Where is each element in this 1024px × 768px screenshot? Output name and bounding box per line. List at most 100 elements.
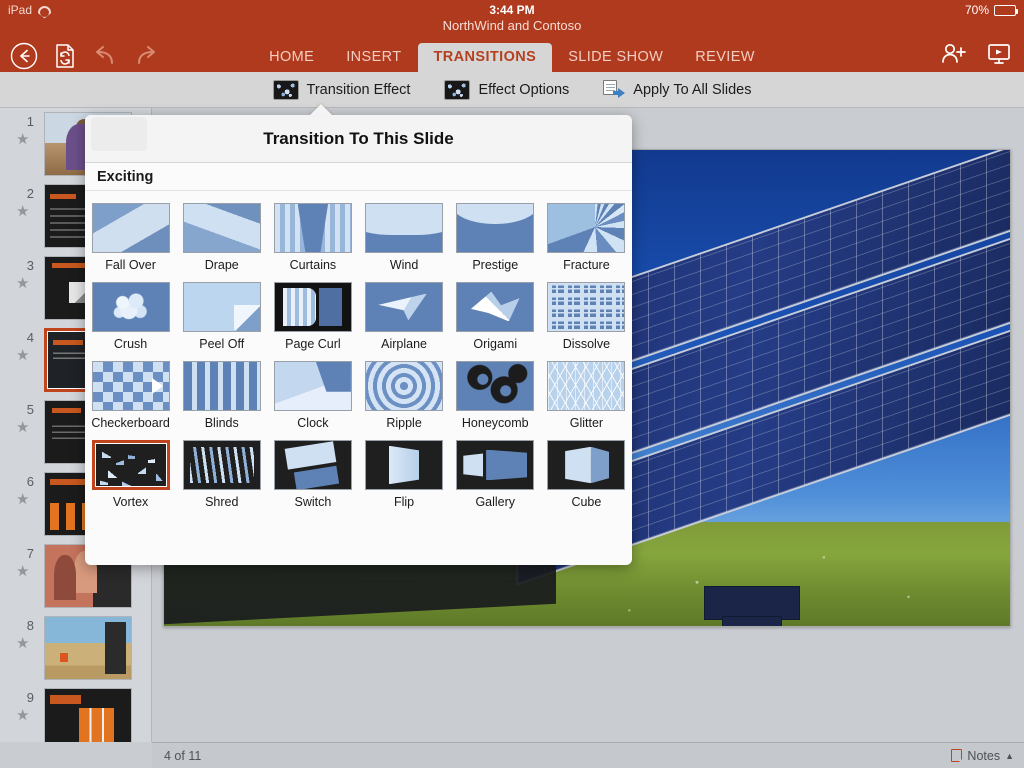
effect-label: Honeycomb <box>450 416 541 430</box>
effect-thumbnail <box>183 282 261 332</box>
effect-thumbnail <box>365 361 443 411</box>
tab-home[interactable]: HOME <box>253 43 330 73</box>
effect-label: Glitter <box>541 416 632 430</box>
ios-status-bar: iPad 3:44 PM 70% <box>0 0 1024 20</box>
sidebar-slide-9[interactable]: 9 ★ <box>0 688 152 742</box>
apply-to-all-slides-button[interactable]: Apply To All Slides <box>603 80 751 99</box>
effect-label: Curtains <box>267 258 358 272</box>
effect-label: Prestige <box>450 258 541 272</box>
effect-thumbnail <box>365 282 443 332</box>
effect-thumbnail <box>92 203 170 253</box>
effect-options-button[interactable]: Effect Options <box>444 80 569 100</box>
effect-peel-off[interactable]: Peel Off <box>176 276 267 355</box>
apply-all-slides-icon <box>603 80 625 99</box>
effect-thumbnail <box>365 440 443 490</box>
notes-button[interactable]: Notes ▲ <box>951 749 1014 763</box>
effect-honeycomb[interactable]: Honeycomb <box>450 355 541 434</box>
effect-blinds[interactable]: Blinds <box>176 355 267 434</box>
effect-dissolve[interactable]: Dissolve <box>541 276 632 355</box>
slide-number: 3 <box>16 258 34 273</box>
effect-label: Blinds <box>176 416 267 430</box>
tab-review[interactable]: REVIEW <box>679 43 771 73</box>
effect-thumbnail <box>547 282 625 332</box>
effect-ripple[interactable]: Ripple <box>358 355 449 434</box>
effect-crush[interactable]: Crush <box>85 276 176 355</box>
notes-label: Notes <box>967 749 1000 763</box>
transition-star-icon: ★ <box>16 708 29 723</box>
effect-thumbnail <box>92 361 170 411</box>
effect-label: Flip <box>358 495 449 509</box>
transition-star-icon: ★ <box>16 564 29 579</box>
effect-label: Crush <box>85 337 176 351</box>
effect-label: Airplane <box>358 337 449 351</box>
slide-number: 7 <box>16 546 34 561</box>
effect-vortex[interactable]: Vortex <box>85 434 176 513</box>
effect-label: Page Curl <box>267 337 358 351</box>
effect-thumbnail <box>274 282 352 332</box>
sidebar-slide-8[interactable]: 8 ★ <box>0 616 152 688</box>
effect-label: Peel Off <box>176 337 267 351</box>
tab-transitions[interactable]: TRANSITIONS <box>418 43 553 73</box>
effect-airplane[interactable]: Airplane <box>358 276 449 355</box>
transitions-command-bar: Transition Effect Effect Options Apply T… <box>0 72 1024 108</box>
effect-thumbnail <box>547 361 625 411</box>
effect-checkerboard[interactable]: Checkerboard <box>85 355 176 434</box>
effect-thumbnail <box>456 282 534 332</box>
effect-label: Wind <box>358 258 449 272</box>
transition-star-icon: ★ <box>16 492 29 507</box>
slide-number: 9 <box>16 690 34 705</box>
effect-wind[interactable]: Wind <box>358 197 449 276</box>
transition-effect-button[interactable]: Transition Effect <box>273 80 411 100</box>
effect-origami[interactable]: Origami <box>450 276 541 355</box>
effect-label: Switch <box>267 495 358 509</box>
effect-shred[interactable]: Shred <box>176 434 267 513</box>
tab-insert[interactable]: INSERT <box>330 43 417 73</box>
effect-thumbnail <box>92 282 170 332</box>
effect-thumbnail <box>183 440 261 490</box>
effect-label: Origami <box>450 337 541 351</box>
effect-label: Cube <box>541 495 632 509</box>
effect-glitter[interactable]: Glitter <box>541 355 632 434</box>
effect-drape[interactable]: Drape <box>176 197 267 276</box>
popover-title: Transition To This Slide <box>85 115 632 163</box>
effect-page-curl[interactable]: Page Curl <box>267 276 358 355</box>
transition-effect-icon <box>273 80 299 100</box>
effect-label: Vortex <box>85 495 176 509</box>
popover-back-placeholder[interactable] <box>91 117 147 151</box>
transition-gallery-popover: Transition To This Slide Exciting Fall O… <box>85 115 632 565</box>
transition-effect-label: Transition Effect <box>307 82 411 98</box>
slide-thumbnail[interactable] <box>44 616 132 680</box>
battery-icon <box>994 5 1016 16</box>
effect-gallery[interactable]: Gallery <box>450 434 541 513</box>
clock-label: 3:44 PM <box>0 3 1024 17</box>
slide-number: 5 <box>16 402 34 417</box>
effect-cube[interactable]: Cube <box>541 434 632 513</box>
effect-options-icon <box>444 80 470 100</box>
transition-star-icon: ★ <box>16 204 29 219</box>
effect-flip[interactable]: Flip <box>358 434 449 513</box>
effect-switch[interactable]: Switch <box>267 434 358 513</box>
effect-label: Drape <box>176 258 267 272</box>
effect-clock[interactable]: Clock <box>267 355 358 434</box>
slide-number: 8 <box>16 618 34 633</box>
transition-star-icon: ★ <box>16 636 29 651</box>
effect-thumbnail <box>456 203 534 253</box>
app-header: NorthWind and Contoso <box>0 20 1024 72</box>
popover-section-header: Exciting <box>85 163 632 191</box>
effect-label: Ripple <box>358 416 449 430</box>
effect-thumbnail <box>274 440 352 490</box>
slide-number: 6 <box>16 474 34 489</box>
apply-to-all-slides-label: Apply To All Slides <box>633 82 751 98</box>
battery-percent-label: 70% <box>965 3 989 17</box>
transition-star-icon: ★ <box>16 420 29 435</box>
effect-fracture[interactable]: Fracture <box>541 197 632 276</box>
effect-thumbnail <box>274 203 352 253</box>
effect-curtains[interactable]: Curtains <box>267 197 358 276</box>
effect-fall-over[interactable]: Fall Over <box>85 197 176 276</box>
effect-options-label: Effect Options <box>478 82 569 98</box>
tab-slide-show[interactable]: SLIDE SHOW <box>552 43 679 73</box>
slide-thumbnail[interactable] <box>44 688 132 742</box>
effect-prestige[interactable]: Prestige <box>450 197 541 276</box>
effect-thumbnail <box>183 361 261 411</box>
slide-number: 1 <box>16 114 34 129</box>
